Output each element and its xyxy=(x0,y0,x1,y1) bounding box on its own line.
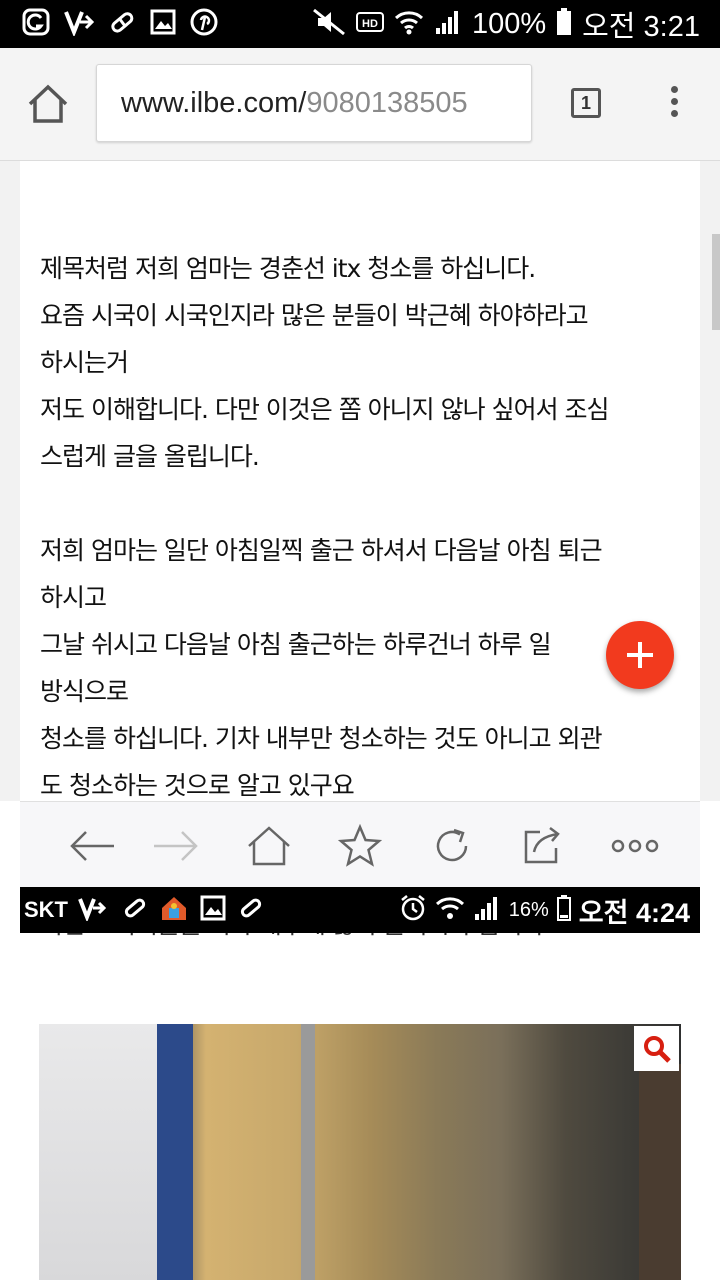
clock: 오전 3:21 xyxy=(582,11,700,43)
clock: 오전 4:24 xyxy=(578,897,690,928)
battery-percent: 16% xyxy=(508,898,549,921)
image-icon xyxy=(200,895,226,925)
article-container: 제목처럼 저희 엄마는 경춘선 itx 청소를 하십니다. 요즘 시국이 시국인… xyxy=(20,161,700,801)
alarm-icon xyxy=(399,894,427,926)
page-viewport: 제목처럼 저희 엄마는 경춘선 itx 청소를 하십니다. 요즘 시국이 시국인… xyxy=(0,161,720,801)
article-line: 방식으로 xyxy=(40,677,129,706)
home-icon[interactable] xyxy=(26,82,70,126)
zoom-button[interactable] xyxy=(634,1026,679,1071)
url-path: 9080138505 xyxy=(306,86,468,119)
signal-icon xyxy=(434,8,462,40)
wifi-icon xyxy=(394,8,424,40)
scrollbar[interactable] xyxy=(712,234,720,330)
back-arrow-icon[interactable] xyxy=(68,824,114,868)
svg-text:HD: HD xyxy=(362,18,378,30)
overflow-menu-icon[interactable] xyxy=(664,86,684,122)
browser-bottom-bar xyxy=(20,801,700,888)
battery-icon xyxy=(556,895,571,925)
tab-switcher-button[interactable]: 1 xyxy=(571,88,601,118)
article-line: 요즘 시국이 시국인지라 많은 분들이 박근혜 하야하라고 xyxy=(40,301,589,330)
share-icon[interactable] xyxy=(520,824,564,868)
article-line: 스럽게 글을 올립니다. xyxy=(40,442,260,471)
signal-icon xyxy=(473,895,501,925)
pill-icon xyxy=(108,8,136,40)
forward-arrow-icon[interactable] xyxy=(150,824,198,868)
v-icon xyxy=(78,895,107,925)
pill-icon xyxy=(122,895,148,925)
mute-icon xyxy=(312,8,346,40)
status-bar: HD 100% 오전 3:21 xyxy=(0,0,720,48)
article-line: 저희 엄마는 일단 아침일찍 출근 하셔서 다음날 아침 퇴근 xyxy=(40,536,603,565)
article-line: 저도 이해합니다. 다만 이것은 쫌 아니지 않나 싶어서 조심 xyxy=(40,395,610,424)
url-host: www.ilbe.com/ xyxy=(121,86,307,119)
star-icon[interactable] xyxy=(337,823,383,868)
pill-icon xyxy=(238,895,264,925)
v-icon xyxy=(64,8,95,40)
article-line: 도 청소하는 것으로 알고 있구요 xyxy=(40,771,355,800)
plus-icon xyxy=(627,642,653,668)
article-line: 제목처럼 저희 엄마는 경춘선 itx 청소를 하십니다. xyxy=(40,254,536,283)
article-body: 제목처럼 저희 엄마는 경춘선 itx 청소를 하십니다. 요즘 시국이 시국인… xyxy=(40,245,690,801)
home-icon[interactable] xyxy=(246,824,290,868)
embedded-page: 이번 스티커들을 기차 내부에 많이 붙이시다 봅니다. xyxy=(20,933,700,1280)
article-line-partial: 이번 스티커들을 기차 내부에 많이 붙이시다 봅니다. xyxy=(40,933,552,941)
g-icon xyxy=(22,8,50,40)
article-line: 청소를 하십니다. 기차 내부만 청소하는 것도 아니고 외관 xyxy=(40,724,603,753)
browser-toolbar: www.ilbe.com/9080138505 1 xyxy=(0,48,720,161)
article-line: 그날 쉬시고 다음날 아침 출근하는 하루건너 하루 일 xyxy=(40,630,552,659)
url-field[interactable]: www.ilbe.com/9080138505 xyxy=(96,64,532,142)
embedded-status-bar: SKT 16% 오전 4:24 xyxy=(20,887,700,933)
image-icon xyxy=(150,9,176,39)
article-line: 하시고 xyxy=(40,583,107,612)
carrier-label: SKT xyxy=(24,897,68,922)
refresh-icon[interactable] xyxy=(430,824,474,868)
more-icon[interactable] xyxy=(610,824,660,868)
battery-icon xyxy=(556,8,572,40)
article-photo[interactable] xyxy=(39,1024,681,1280)
wifi-icon xyxy=(435,894,465,926)
battery-percent: 100% xyxy=(471,7,547,40)
hd-icon: HD xyxy=(355,10,384,38)
search-icon xyxy=(643,1035,671,1063)
article-line: 하시는거 xyxy=(40,348,129,377)
add-fab-button[interactable] xyxy=(606,621,674,689)
app-icon xyxy=(160,894,188,926)
pinterest-icon xyxy=(190,8,218,40)
